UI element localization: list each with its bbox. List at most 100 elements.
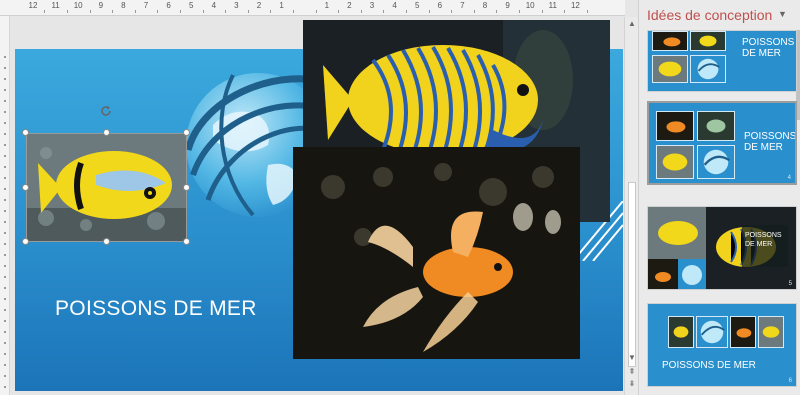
resize-handle-ne[interactable] [183, 129, 190, 136]
ruler-tick-mark [112, 10, 114, 13]
ruler-tick-label: 12 [28, 1, 38, 10]
vertical-ruler-mark [4, 133, 6, 135]
design-idea-3[interactable]: POISSONS DE MER 5 [647, 206, 797, 290]
ruler-tick-label: 9 [98, 1, 104, 10]
vertical-ruler-mark [4, 353, 6, 355]
chevron-down-icon[interactable]: ▼ [778, 9, 787, 19]
next-slide-icon[interactable]: ⇟ [627, 379, 637, 389]
resize-handle-se[interactable] [183, 238, 190, 245]
vertical-ruler-mark [4, 144, 6, 146]
ruler-tick-label: 6 [437, 1, 443, 10]
design-idea-2-number: 4 [787, 175, 791, 181]
powerpoint-editor: 12 11 10 9 8 7 6 5 4 3 2 1 1 2 3 4 5 6 7 8 9 10 11 12 [0, 0, 800, 395]
ruler-tick-mark [179, 10, 181, 13]
vertical-ruler[interactable] [0, 16, 10, 395]
vertical-ruler-mark [4, 111, 6, 113]
vertical-ruler-mark [4, 221, 6, 223]
vertical-ruler-mark [4, 78, 6, 80]
ruler-tick-label: 4 [211, 1, 217, 10]
ruler-tick-mark [89, 10, 91, 13]
design-idea-4-number: 6 [788, 378, 792, 384]
ruler-tick-label: 11 [548, 1, 557, 10]
scrollbar-thumb[interactable] [628, 182, 636, 367]
resize-handle-s[interactable] [103, 238, 110, 245]
vertical-ruler-mark [4, 199, 6, 201]
ruler-tick-mark [292, 10, 294, 13]
ruler-tick-label: 5 [188, 1, 194, 10]
vertical-ruler-mark [4, 210, 6, 212]
design-idea-1-title: POISSONS DE MER [742, 37, 795, 59]
ruler-tick-mark [383, 10, 385, 13]
vertical-ruler-mark [4, 320, 6, 322]
selection-frame [26, 133, 187, 242]
pane-title: Idées de conception [647, 7, 773, 23]
ruler-tick-mark [202, 10, 204, 13]
horizontal-ruler[interactable]: 12 11 10 9 8 7 6 5 4 3 2 1 1 2 3 4 5 6 7 8 9 10 11 12 [0, 0, 625, 16]
ruler-tick-label: 10 [525, 1, 535, 10]
vertical-ruler-mark [4, 100, 6, 102]
resize-handle-e[interactable] [183, 184, 190, 191]
ruler-tick-label: 4 [392, 1, 397, 10]
resize-handle-n[interactable] [103, 129, 110, 136]
vertical-ruler-mark [4, 331, 6, 333]
resize-handle-w[interactable] [22, 184, 29, 191]
ruler-tick-mark [518, 10, 520, 13]
ruler-tick-mark [44, 10, 46, 13]
rotate-handle-icon[interactable] [99, 104, 113, 118]
vertical-ruler-mark [4, 276, 6, 278]
ruler-tick-label: 2 [256, 1, 262, 10]
vertical-ruler-mark [4, 254, 6, 256]
vertical-ruler-mark [4, 188, 6, 190]
slide-title[interactable]: POISSONS DE MER [55, 297, 257, 321]
vertical-ruler-mark [4, 89, 6, 91]
ruler-tick-label: 12 [570, 1, 580, 10]
ruler-tick-mark [315, 10, 317, 13]
vertical-ruler-mark [4, 342, 6, 344]
vertical-ruler-mark [4, 375, 6, 377]
ruler-tick-mark [157, 10, 159, 13]
vertical-ruler-mark [4, 232, 6, 234]
scroll-down-icon[interactable]: ▼ [627, 353, 637, 363]
previous-slide-icon[interactable]: ⇞ [627, 367, 637, 377]
vertical-ruler-mark [4, 155, 6, 157]
vertical-ruler-mark [4, 265, 6, 267]
ruler-tick-mark [360, 10, 362, 13]
ruler-tick-mark [428, 10, 430, 13]
ruler-tick-mark [586, 10, 588, 13]
goldfish-picture[interactable] [293, 147, 580, 359]
vertical-ruler-mark [4, 386, 6, 388]
design-idea-3-number: 5 [788, 281, 792, 287]
ruler-tick-label: 7 [143, 1, 149, 10]
ruler-tick-mark [338, 10, 340, 13]
ruler-tick-label: 3 [369, 1, 375, 10]
vertical-ruler-mark [4, 298, 6, 300]
ruler-tick-label: 3 [234, 1, 239, 10]
resize-handle-nw[interactable] [22, 129, 29, 136]
ruler-tick-mark [473, 10, 475, 13]
vertical-ruler-mark [4, 56, 6, 58]
ruler-tick-mark [66, 10, 68, 13]
ruler-tick-mark [564, 10, 566, 13]
design-idea-4-title: POISSONS DE MER [662, 360, 756, 371]
ruler-tick-mark [451, 10, 453, 13]
resize-handle-sw[interactable] [22, 238, 29, 245]
design-idea-1[interactable]: POISSONS DE MER [647, 30, 797, 92]
design-ideas-pane: Idées de conception ▼ POISSONS DE MER PO… [638, 0, 800, 395]
ruler-tick-mark [541, 10, 543, 13]
design-idea-3-title: POISSONS DE MER [745, 232, 782, 248]
vertical-scrollbar[interactable]: ▲ ▼ ⇞ ⇟ [624, 17, 638, 395]
scroll-up-icon[interactable]: ▲ [627, 19, 637, 29]
design-idea-2[interactable]: POISSONS DE MER 4 [647, 101, 797, 185]
ruler-tick-label: 2 [347, 1, 352, 10]
vertical-ruler-mark [4, 67, 6, 69]
ruler-tick-mark [496, 10, 498, 13]
vertical-ruler-mark [4, 177, 6, 179]
ruler-tick-label: 6 [166, 1, 171, 10]
ruler-tick-mark [225, 10, 227, 13]
ruler-tick-mark [247, 10, 249, 13]
design-idea-4[interactable]: POISSONS DE MER 6 [647, 303, 797, 387]
ruler-tick-mark [405, 10, 407, 13]
ruler-tick-label: 8 [482, 1, 488, 10]
ruler-tick-label: 7 [460, 1, 465, 10]
ruler-tick-label: 5 [414, 1, 420, 10]
